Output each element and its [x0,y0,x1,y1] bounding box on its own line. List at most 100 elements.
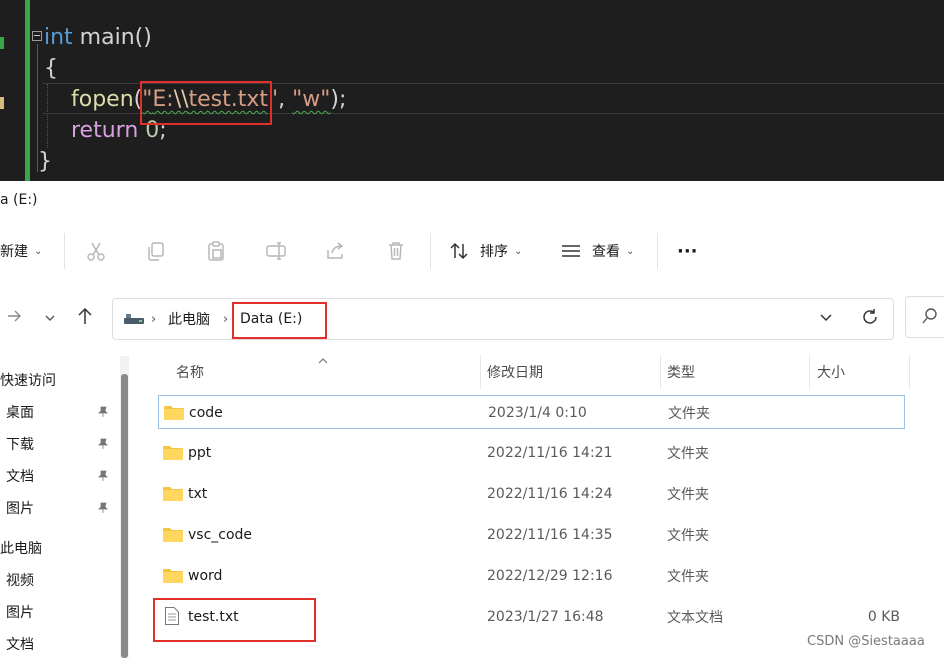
drive-icon [123,299,145,339]
sort-icon [448,240,470,262]
rename-button[interactable] [265,225,287,277]
view-icon [560,240,582,262]
new-button-label: 新建 [0,244,28,260]
column-header-size[interactable]: 大小 [817,355,845,389]
sidebar-item-pc-documents[interactable]: 文档 [6,629,34,658]
sort-ascending-icon [318,349,328,368]
breadcrumb-annotation-box [232,302,327,339]
chevron-down-icon [819,310,833,328]
address-bar[interactable]: › 此电脑 › Data (E:) [112,298,894,340]
column-header-name[interactable]: 名称 [176,355,204,389]
file-name: ppt [188,445,212,461]
delete-button[interactable] [385,225,407,277]
function-signature: main() [72,25,152,50]
forward-button[interactable] [0,304,28,332]
watermark: CSDN @Siestaaaa [807,634,925,649]
pin-icon [96,469,110,483]
column-header-row: 名称 修改日期 类型 大小 [158,355,910,389]
scissors-icon [85,240,107,262]
file-type: 文件夹 [667,528,709,544]
more-options-button[interactable]: ··· [677,225,698,277]
cut-button[interactable] [85,225,107,277]
folder-row[interactable]: vsc_code 2022/11/16 14:35 文件夹 [158,518,905,552]
paren-close: ); [330,87,347,112]
return-keyword: return [71,118,139,143]
code-line-2[interactable]: { [44,55,58,83]
comma: , [278,87,293,112]
folder-icon [163,527,183,542]
pin-icon [96,501,110,515]
rename-icon [265,240,287,262]
code-editor[interactable]: int main() { fopen("E:\\test.txt", "w");… [0,0,944,181]
type-keyword: int [44,25,73,50]
sidebar-item-documents[interactable]: 文档 [6,461,34,491]
sidebar-item-downloads[interactable]: 下载 [6,429,34,459]
column-divider[interactable] [809,355,810,389]
sidebar-item-this-pc[interactable]: 此电脑 [0,533,42,563]
sort-button[interactable]: 排序 ⌄ [448,225,522,277]
arrow-up-icon [77,307,93,329]
refresh-icon [861,308,879,330]
mode-string: "w" [292,87,331,112]
column-header-date[interactable]: 修改日期 [487,355,543,389]
chevron-down-icon: ⌄ [514,245,523,257]
refresh-button[interactable] [861,299,879,339]
arrow-right-icon [6,308,22,328]
chevron-down-icon [44,309,56,328]
path-annotation-box [140,81,272,125]
file-size: 0 KB [867,609,900,625]
copy-icon [145,240,167,262]
folder-icon [163,568,183,583]
fold-toggle-icon[interactable] [32,31,42,41]
file-date: 2023/1/27 16:48 [487,609,604,625]
chevron-down-icon: ⌄ [626,245,635,257]
folder-row[interactable]: code 2023/1/4 0:10 文件夹 [158,395,905,429]
folder-icon [164,405,184,420]
folder-icon [163,445,183,460]
share-icon [325,240,347,262]
column-divider[interactable] [909,355,910,389]
code-line-5[interactable]: } [38,148,52,176]
view-button[interactable]: 查看 ⌄ [560,225,634,277]
sidebar-item-pictures[interactable]: 图片 [6,493,34,523]
pin-icon [96,405,110,419]
address-dropdown-button[interactable] [819,299,833,339]
sidebar-item-desktop[interactable]: 桌面 [6,397,34,427]
trash-icon [385,240,407,262]
file-date: 2022/11/16 14:35 [487,527,613,543]
pin-icon [96,437,110,451]
folder-row[interactable]: ppt 2022/11/16 14:21 文件夹 [158,436,905,470]
file-annotation-box [153,598,316,642]
column-divider[interactable] [480,355,481,389]
column-divider[interactable] [660,355,661,389]
file-name: code [189,405,223,421]
copy-button[interactable] [145,225,167,277]
folder-icon [163,486,183,501]
folder-row[interactable]: word 2022/12/29 12:16 文件夹 [158,559,905,593]
up-button[interactable] [71,304,99,332]
toolbar-divider [430,233,431,269]
breadcrumb-separator: › [151,311,157,327]
new-button[interactable]: 新建 ⌄ [0,225,42,277]
column-header-type[interactable]: 类型 [667,355,695,389]
sidebar-item-videos[interactable]: 视频 [6,565,34,595]
file-name: word [188,568,223,584]
chevron-down-icon: ⌄ [34,245,43,257]
folder-row[interactable]: txt 2022/11/16 14:24 文件夹 [158,477,905,511]
sidebar-scrollbar-thumb[interactable] [121,374,128,658]
search-box[interactable] [905,296,944,338]
file-date: 2022/11/16 14:21 [487,445,613,461]
file-type: 文件夹 [667,487,709,503]
share-button[interactable] [325,225,347,277]
gutter-marker [0,37,4,49]
paste-button[interactable] [205,225,227,277]
breadcrumb-this-pc[interactable]: 此电脑 [168,299,210,339]
gutter-marker [0,97,4,109]
file-name: vsc_code [188,527,253,543]
breadcrumb-separator: › [223,311,229,327]
sidebar-item-quick-access[interactable]: 快速访问 [0,365,56,395]
code-line-1[interactable]: int main() [44,24,152,52]
file-date: 2022/12/29 12:16 [487,568,613,584]
sidebar-item-pc-pictures[interactable]: 图片 [6,597,34,627]
recent-locations-button[interactable] [36,304,64,332]
